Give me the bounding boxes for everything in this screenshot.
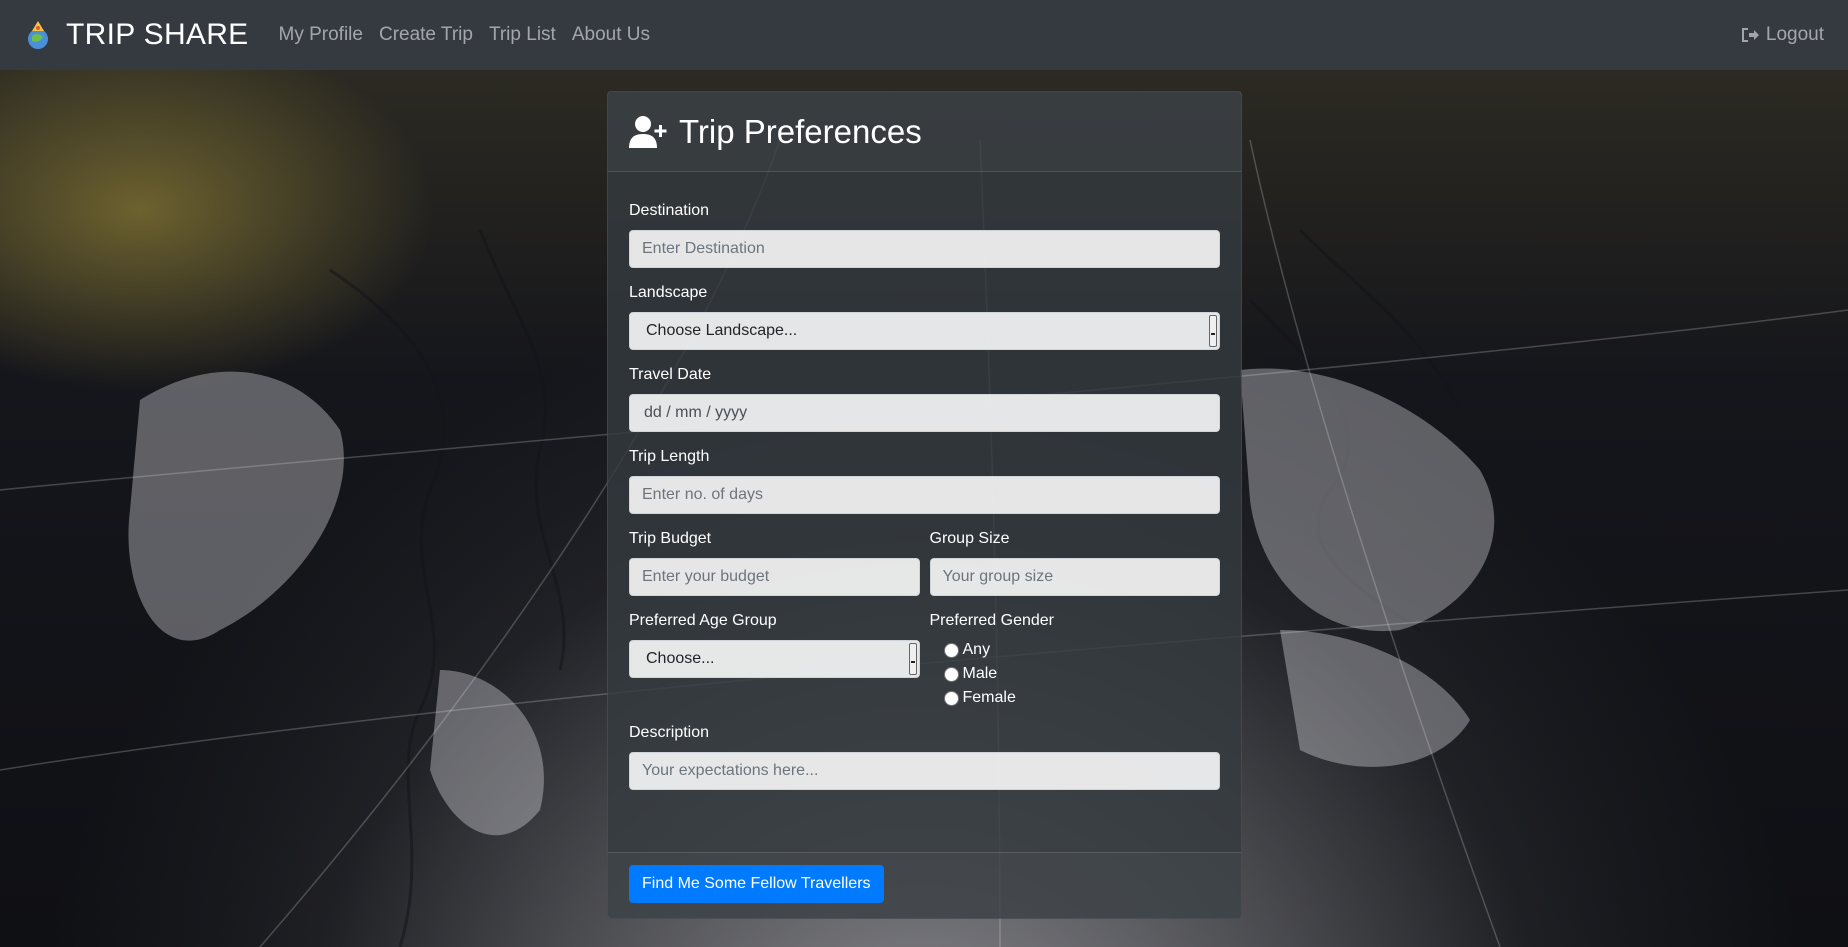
trip-preferences-card: Trip Preferences Destination Landscape C…: [607, 91, 1242, 919]
trip-budget-input[interactable]: [629, 558, 920, 596]
select-arrow-icon: [908, 643, 917, 675]
destination-input[interactable]: [629, 230, 1220, 268]
description-group: Description: [629, 724, 1220, 790]
logout-link[interactable]: Logout: [1740, 24, 1824, 46]
gender-option-label: Any: [962, 641, 991, 658]
age-group-select[interactable]: Choose...: [629, 640, 920, 678]
trip-length-group: Trip Length: [629, 448, 1220, 514]
logout-label: Logout: [1765, 24, 1824, 45]
gender-option-label: Female: [962, 689, 1016, 706]
trip-length-input[interactable]: [629, 476, 1220, 514]
landscape-select[interactable]: Choose Landscape...: [629, 312, 1220, 350]
page-title: Trip Preferences: [679, 112, 922, 150]
group-size-input[interactable]: [929, 558, 1220, 596]
radio-button[interactable]: [943, 642, 959, 658]
travel-date-group: Travel Date dd / mm / yyyy: [629, 366, 1220, 432]
budget-group-size-row: Trip Budget Group Size: [629, 530, 1220, 612]
landscape-group: Landscape Choose Landscape...: [629, 284, 1220, 350]
age-gender-row: Preferred Age Group Choose... Preferred …: [629, 612, 1220, 726]
top-navbar: TRIP SHARE My Profile Create Trip Trip L…: [0, 0, 1848, 70]
group-size-group: Group Size: [929, 530, 1220, 596]
nav-link-create-trip[interactable]: Create Trip: [371, 18, 481, 52]
gender-radio-list: Any Male Female: [930, 638, 1221, 710]
select-arrow-icon: [1209, 315, 1217, 347]
destination-group: Destination: [629, 202, 1220, 268]
trip-preferences-form: Destination Landscape Choose Landscape..…: [608, 172, 1241, 790]
card-header: Trip Preferences: [608, 92, 1241, 172]
landscape-label: Landscape: [629, 284, 708, 301]
brand[interactable]: TRIP SHARE: [24, 18, 249, 52]
user-plus-icon: [629, 115, 667, 148]
gender-group: Preferred Gender Any Male Female: [930, 612, 1221, 710]
radio-button[interactable]: [943, 666, 959, 682]
gender-option-label: Male: [962, 665, 998, 682]
gender-label: Preferred Gender: [929, 612, 1055, 629]
age-group-select-value: Choose...: [646, 650, 715, 667]
travel-date-value: dd / mm / yyyy: [644, 404, 748, 421]
description-input[interactable]: [629, 752, 1220, 790]
travel-date-input[interactable]: dd / mm / yyyy: [629, 394, 1220, 432]
trip-share-logo-icon: [28, 21, 48, 49]
nav-links: My Profile Create Trip Trip List About U…: [271, 18, 658, 52]
age-group-label: Preferred Age Group: [629, 612, 777, 629]
trip-budget-label: Trip Budget: [629, 530, 712, 547]
gender-option-any[interactable]: Any: [943, 638, 1221, 662]
sign-out-icon: [1741, 28, 1759, 42]
gender-option-male[interactable]: Male: [943, 662, 1221, 686]
trip-budget-group: Trip Budget: [629, 530, 920, 596]
gender-option-female[interactable]: Female: [943, 686, 1221, 710]
radio-button[interactable]: [943, 690, 959, 706]
brand-name: TRIP SHARE: [66, 18, 249, 51]
trip-length-label: Trip Length: [629, 448, 710, 465]
nav-link-my-profile[interactable]: My Profile: [271, 18, 371, 52]
nav-link-trip-list[interactable]: Trip List: [481, 18, 564, 52]
age-group-group: Preferred Age Group Choose...: [629, 612, 920, 710]
landscape-select-value: Choose Landscape...: [646, 322, 798, 339]
card-footer: Find Me Some Fellow Travellers: [608, 852, 1241, 918]
nav-link-about-us[interactable]: About Us: [564, 18, 658, 52]
description-label: Description: [629, 724, 710, 741]
find-travellers-button[interactable]: Find Me Some Fellow Travellers: [629, 865, 884, 903]
destination-label: Destination: [629, 202, 710, 219]
travel-date-label: Travel Date: [629, 366, 712, 383]
group-size-label: Group Size: [929, 530, 1010, 547]
